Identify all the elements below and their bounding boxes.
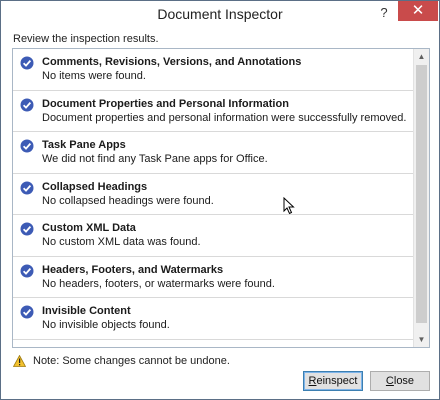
result-item: Comments, Revisions, Versions, and Annot… (13, 49, 413, 91)
window-close-button[interactable]: ✕ (398, 1, 438, 21)
result-item: Collapsed Headings No collapsed headings … (13, 174, 413, 215)
result-item-title: Task Pane Apps (42, 139, 126, 151)
close-label: lose (393, 375, 415, 387)
warning-triangle-icon (13, 355, 26, 367)
result-item: Custom XML Data No custom XML data was fo… (13, 215, 413, 257)
result-item-description: No custom XML data was found. (42, 236, 201, 248)
close-button[interactable]: Close (370, 371, 430, 391)
result-item-title: Invisible Content (42, 305, 131, 317)
instructions-label: Review the inspection results. (13, 33, 159, 45)
help-button[interactable]: ? (373, 4, 395, 22)
result-item-title: Custom XML Data (42, 222, 136, 234)
result-item: Task Pane Apps We did not find any Task P… (13, 132, 413, 174)
reinspect-label: einspect (316, 375, 358, 387)
result-item: Document Properties and Personal Informa… (13, 91, 413, 132)
result-item-description: We did not find any Task Pane apps for O… (42, 153, 268, 165)
result-item-description: No collapsed headings were found. (42, 194, 214, 207)
results-items: Comments, Revisions, Versions, and Annot… (13, 49, 413, 340)
warning-note-text: Note: Some changes cannot be undone. (33, 355, 230, 367)
scroll-thumb[interactable] (416, 65, 427, 323)
scroll-down-arrow-icon[interactable]: ▼ (414, 332, 429, 347)
result-item-description: Document properties and personal informa… (42, 111, 407, 124)
check-circle-icon (20, 264, 34, 277)
result-item-description: No invisible objects found. (42, 319, 170, 331)
inspection-results-list[interactable]: Comments, Revisions, Versions, and Annot… (12, 48, 430, 348)
mouse-pointer-icon (283, 197, 295, 215)
check-circle-icon (20, 56, 34, 70)
result-item: Headers, Footers, and Watermarks No heade… (13, 257, 413, 298)
result-item: Invisible Content No invisible objects fo… (13, 298, 413, 340)
check-circle-icon (20, 139, 34, 153)
check-circle-icon (20, 98, 34, 111)
result-item-title: Headers, Footers, and Watermarks (42, 263, 224, 276)
title-bar: Document Inspector ? ✕ (1, 1, 439, 28)
result-item-description: No items were found. (42, 70, 146, 82)
vertical-scrollbar[interactable]: ▲ ▼ (413, 49, 429, 347)
check-circle-icon (20, 181, 34, 194)
result-item-title: Document Properties and Personal Informa… (42, 97, 289, 110)
result-item-description: No headers, footers, or watermarks were … (42, 277, 275, 290)
close-accelerator: C (385, 375, 394, 387)
check-circle-icon (20, 222, 34, 236)
check-circle-icon (20, 305, 34, 319)
result-item-title: Collapsed Headings (42, 180, 148, 193)
reinspect-button[interactable]: Reinspect (303, 371, 363, 391)
scroll-up-arrow-icon[interactable]: ▲ (414, 49, 429, 64)
result-item-title: Comments, Revisions, Versions, and Annot… (42, 56, 302, 68)
document-inspector-dialog: Document Inspector ? ✕ Review the inspec… (0, 0, 440, 400)
